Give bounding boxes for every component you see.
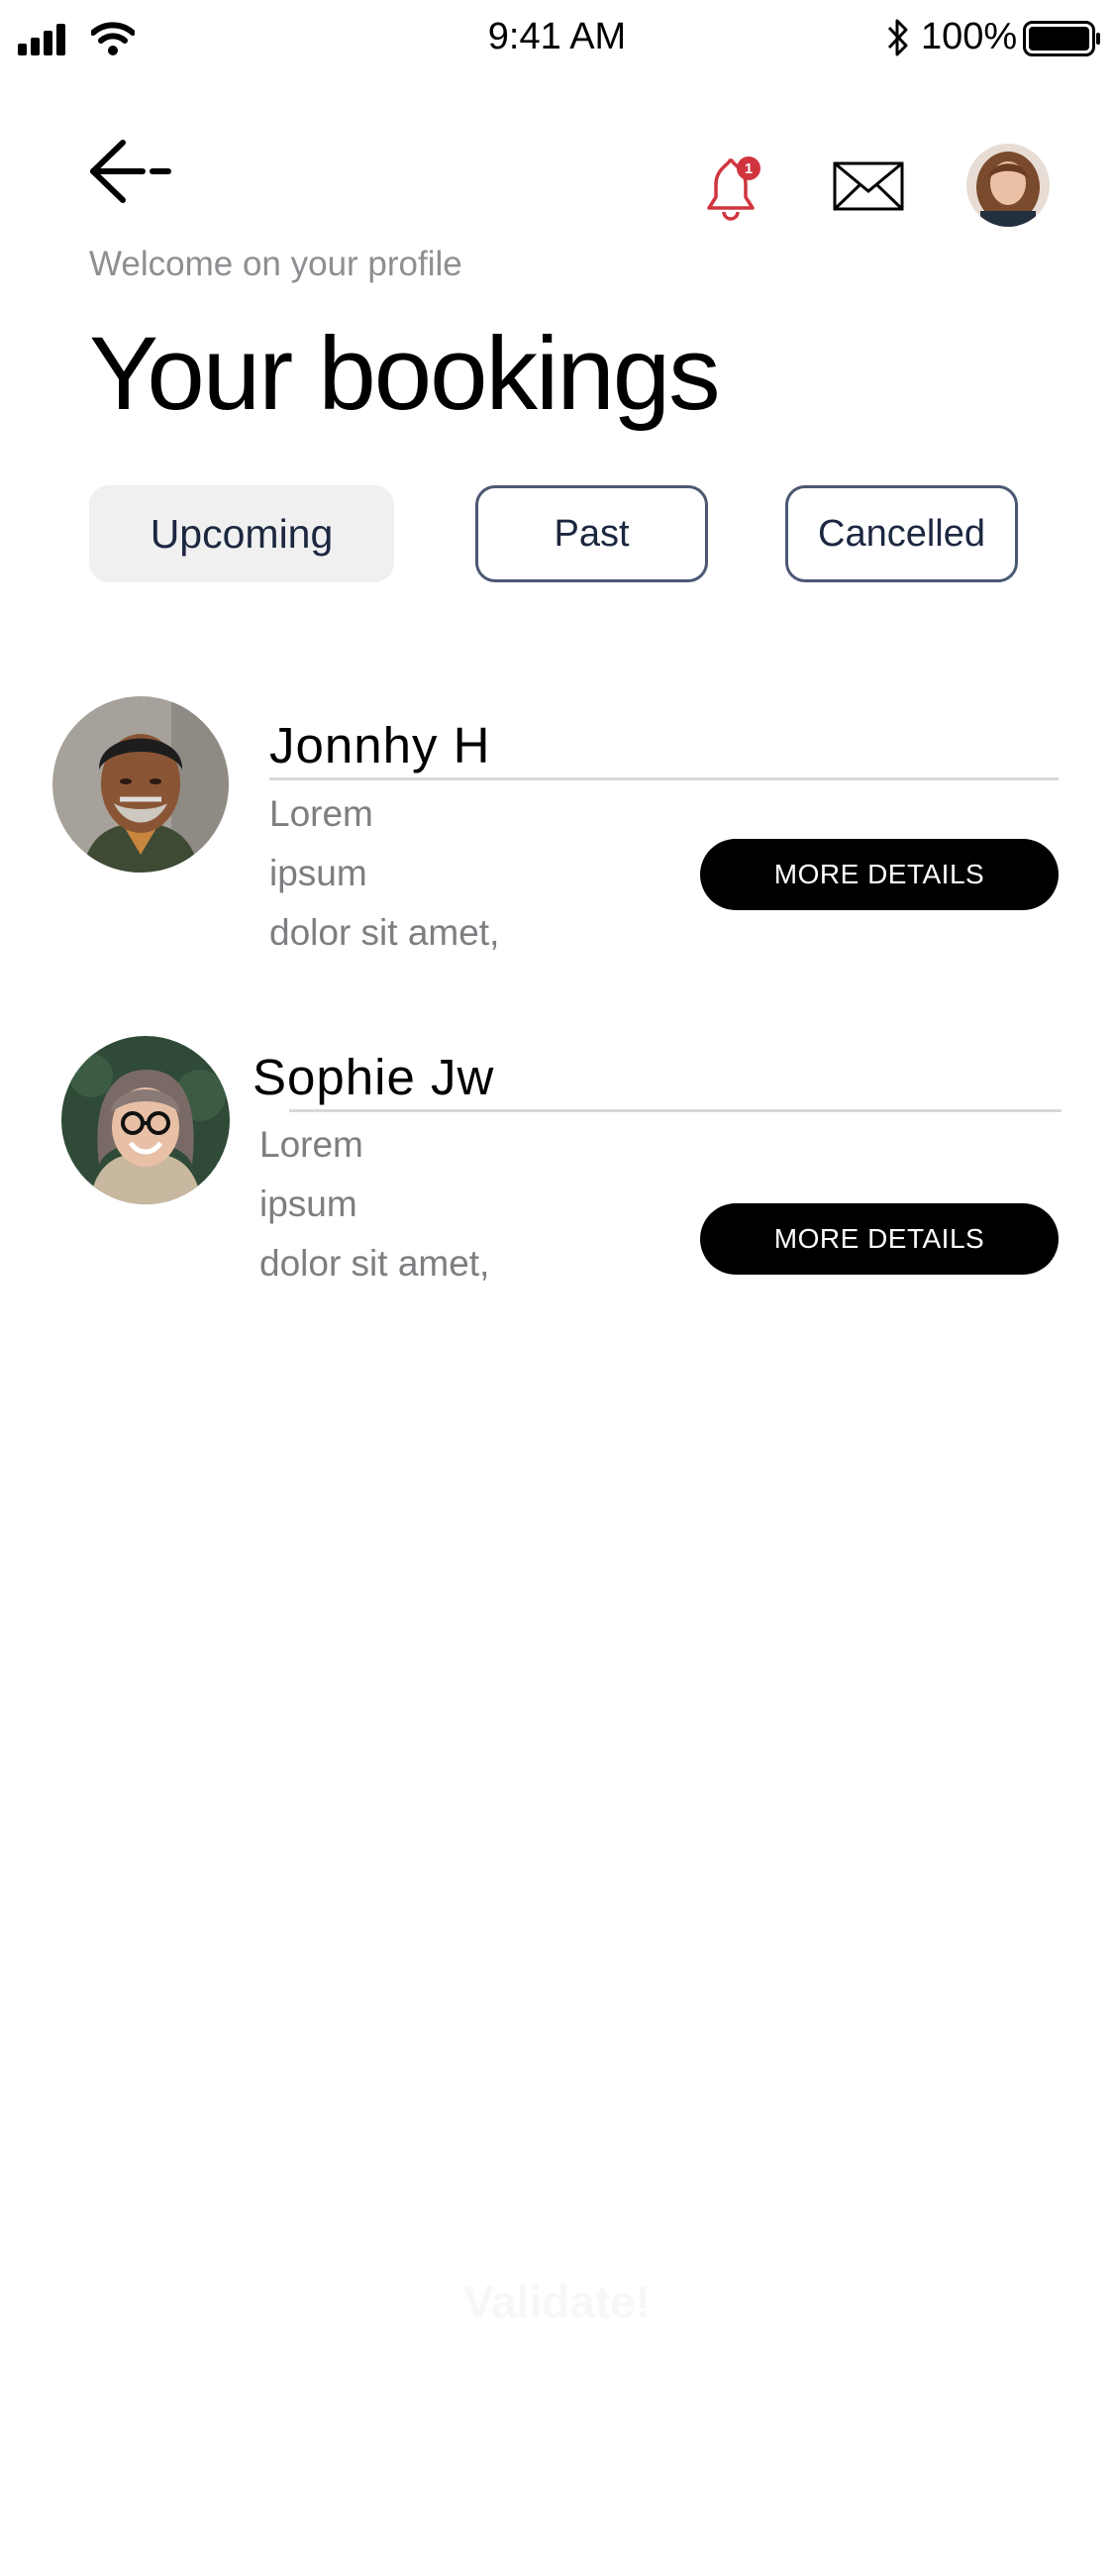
tab-cancelled-label: Cancelled (818, 512, 985, 555)
mail-icon[interactable] (833, 161, 904, 211)
tab-past-label: Past (554, 512, 630, 555)
validate-button[interactable]: Validate! (0, 2275, 1114, 2328)
notification-count: 1 (744, 159, 754, 177)
notification-badge: 1 (737, 156, 760, 180)
more-details-button[interactable]: MORE DETAILS (700, 1203, 1059, 1275)
description-line: ipsum (259, 1184, 357, 1224)
welcome-text: Welcome on your profile (89, 245, 462, 283)
booking-avatar (61, 1036, 230, 1204)
back-arrow-icon[interactable] (87, 139, 172, 204)
booking-description: Lorem ipsum dolor sit amet, (269, 784, 499, 963)
user-avatar[interactable] (966, 144, 1050, 227)
booking-divider (289, 1109, 1062, 1112)
battery-percentage: 100% (921, 16, 1018, 57)
tab-upcoming-label: Upcoming (150, 510, 334, 557)
booking-avatar (52, 696, 229, 873)
booking-name: Sophie Jw (253, 1049, 495, 1105)
description-line: Lorem (269, 793, 373, 834)
description-line: Lorem (259, 1124, 363, 1165)
tab-upcoming[interactable]: Upcoming (89, 485, 394, 582)
page-title: Your bookings (89, 316, 721, 432)
description-line: dolor sit amet, (269, 912, 500, 953)
tab-past[interactable]: Past (475, 485, 708, 582)
booking-divider (269, 777, 1059, 780)
bluetooth-icon (887, 19, 908, 56)
battery-icon (1023, 21, 1100, 56)
notifications-button[interactable]: 1 (701, 155, 768, 222)
booking-description: Lorem ipsum dolor sit amet, (259, 1115, 489, 1293)
more-details-button[interactable]: MORE DETAILS (700, 839, 1059, 910)
tab-cancelled[interactable]: Cancelled (785, 485, 1018, 582)
description-line: ipsum (269, 853, 367, 893)
description-line: dolor sit amet, (259, 1243, 490, 1284)
booking-name: Jonnhy H (269, 717, 491, 773)
